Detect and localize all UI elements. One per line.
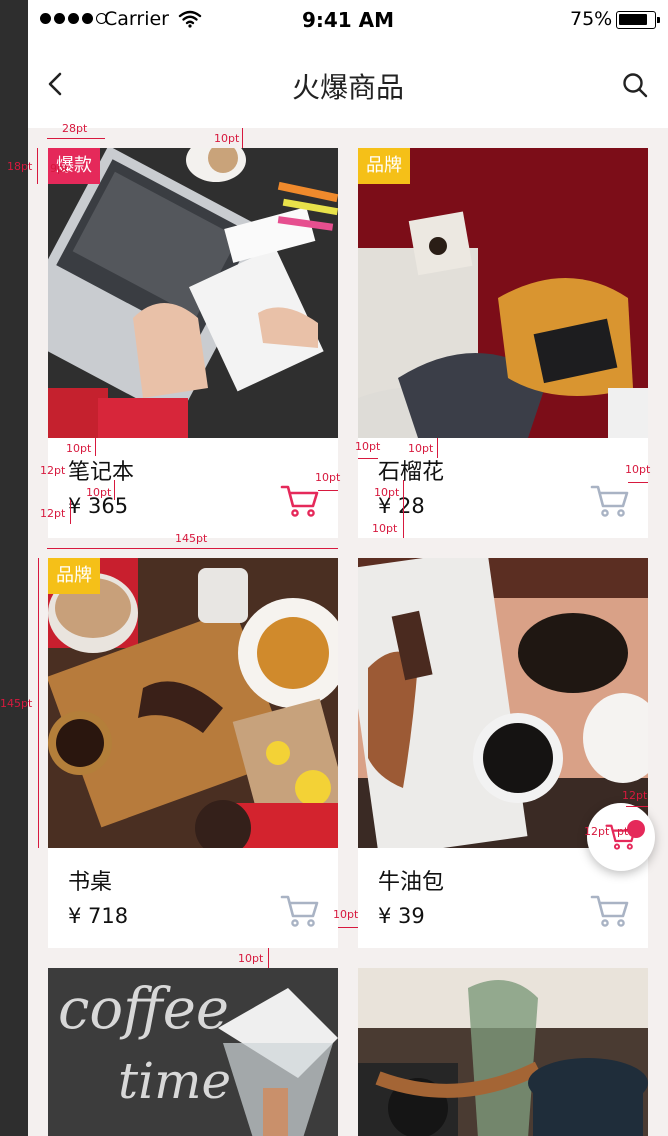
measure-label: 10pt bbox=[355, 440, 381, 453]
product-tag: 品牌 bbox=[358, 148, 410, 184]
battery-percentage: 75% bbox=[570, 8, 613, 30]
product-price: ¥ 718 bbox=[68, 904, 129, 928]
measure-label: 10pt bbox=[315, 471, 341, 484]
measure-label: 12pt bbox=[622, 789, 648, 802]
measure-label: 10pt bbox=[625, 463, 651, 476]
product-name: 笔记本 bbox=[68, 460, 135, 485]
measure-label: 10pt bbox=[333, 908, 359, 921]
product-card[interactable]: 品牌 书桌 ¥ 718 bbox=[48, 558, 338, 948]
measure-label: 145pt bbox=[175, 532, 208, 545]
add-to-cart-icon[interactable] bbox=[590, 894, 630, 928]
add-to-cart-icon[interactable] bbox=[280, 484, 320, 518]
product-card[interactable] bbox=[358, 968, 648, 1136]
product-name: 书桌 bbox=[68, 870, 113, 895]
status-bar: Carrier 9:41 AM 75% bbox=[28, 0, 668, 40]
product-tag: 品牌 bbox=[48, 558, 100, 594]
measure-label: 12pt bbox=[40, 464, 66, 477]
svg-text:coffee: coffee bbox=[58, 977, 229, 1042]
add-to-cart-icon[interactable] bbox=[280, 894, 320, 928]
measure-label: 10pt bbox=[238, 952, 264, 965]
measure-label: 12pt bbox=[584, 825, 610, 838]
add-to-cart-icon[interactable] bbox=[590, 484, 630, 518]
product-image-bedroom: 品牌 bbox=[358, 148, 648, 438]
measure-label: 10pt bbox=[372, 522, 398, 535]
product-image-coffee-time: coffee time bbox=[48, 968, 338, 1136]
measure-label: 10pt bbox=[374, 486, 400, 499]
measure-label: 145pt bbox=[0, 697, 33, 710]
search-icon[interactable] bbox=[622, 72, 648, 98]
measure-label: pt bbox=[617, 825, 629, 838]
product-image-dessert: 品牌 bbox=[48, 558, 338, 848]
product-name: 石榴花 bbox=[378, 460, 445, 485]
measure-label: 18pt bbox=[7, 160, 33, 173]
product-card[interactable]: 爆款 笔记本 ¥ 365 bbox=[48, 148, 338, 538]
product-card[interactable]: 品牌 石榴花 ¥ 28 bbox=[358, 148, 648, 538]
product-price: ¥ 39 bbox=[378, 904, 425, 928]
product-image-camera bbox=[358, 968, 648, 1136]
measure-label: 10pt bbox=[66, 442, 92, 455]
cart-badge bbox=[627, 820, 645, 838]
page-title: 火爆商品 bbox=[291, 71, 404, 104]
product-image-laptop: 爆款 bbox=[48, 148, 338, 438]
product-image-croissant bbox=[358, 558, 648, 848]
battery-icon bbox=[616, 11, 660, 29]
measure-label: 10pt bbox=[214, 132, 240, 145]
measure-label: 28pt bbox=[62, 122, 88, 135]
measure-label: 12pt bbox=[40, 507, 66, 520]
product-name: 牛油包 bbox=[378, 870, 445, 895]
product-card[interactable]: coffee time bbox=[48, 968, 338, 1136]
measure-label: 10pt bbox=[86, 486, 112, 499]
measure-label: 10pt bbox=[408, 442, 434, 455]
phone-screen: Carrier 9:41 AM 75% 火爆商品 爆款 笔记本 ¥ 365 品牌… bbox=[28, 0, 668, 1136]
svg-text:time: time bbox=[118, 1052, 231, 1110]
measure-label: 9pt bbox=[50, 162, 69, 175]
product-card[interactable]: 牛油包 ¥ 39 bbox=[358, 558, 648, 948]
navigation-bar: 火爆商品 bbox=[28, 40, 668, 128]
